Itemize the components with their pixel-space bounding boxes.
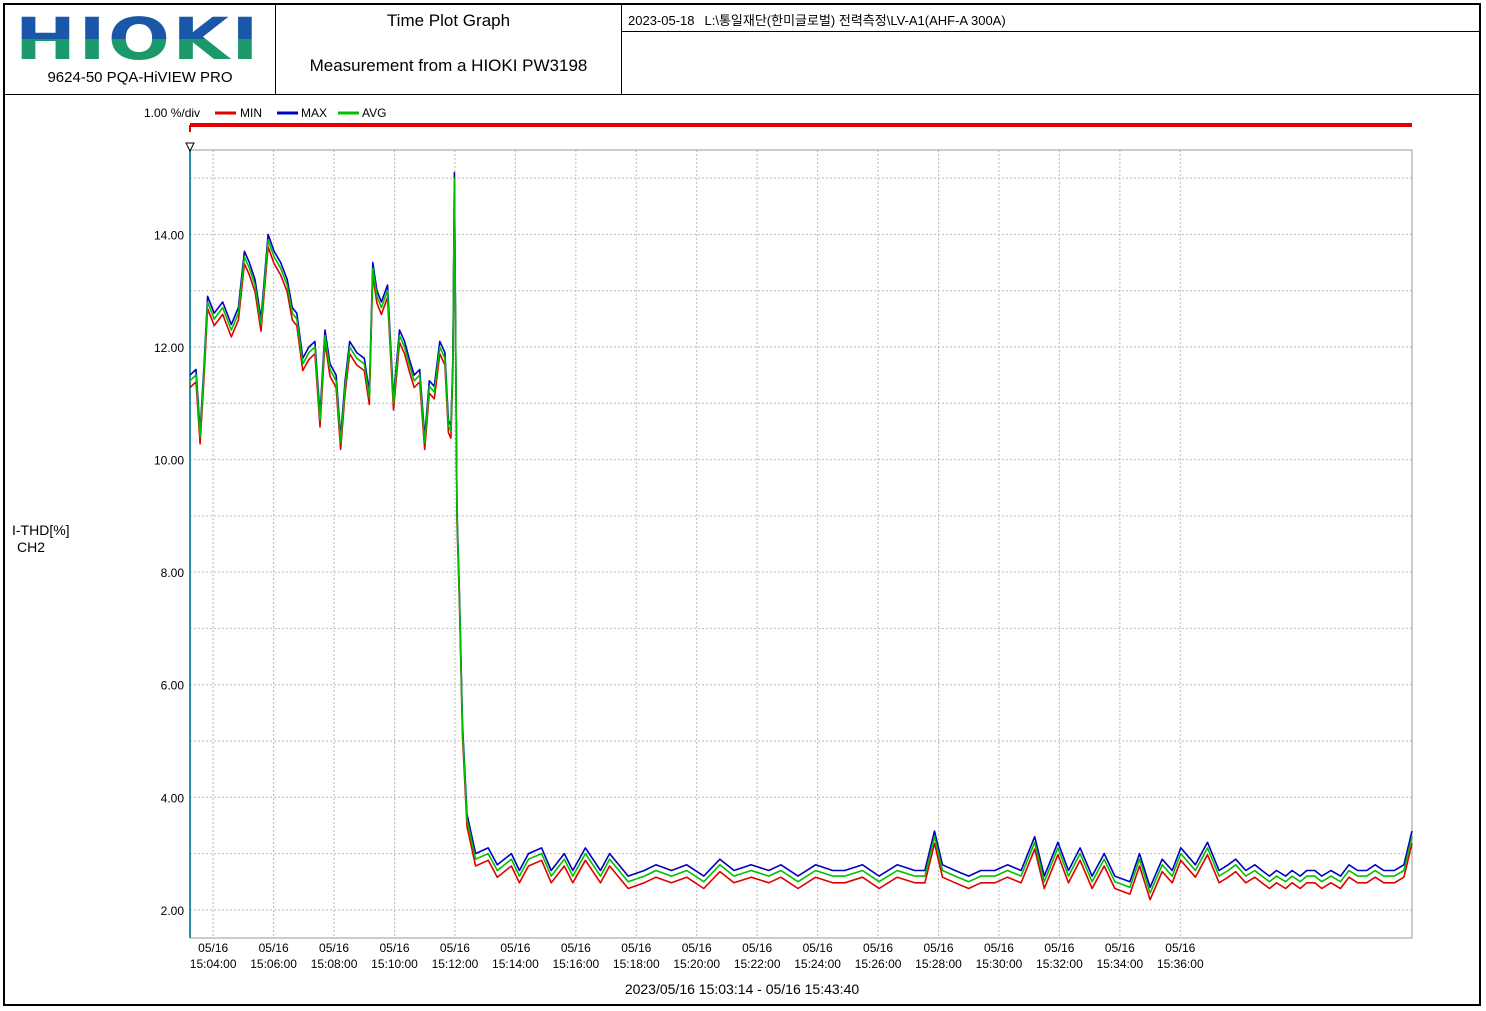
x-tick-time: 15:32:00: [1036, 957, 1083, 971]
series-min-line: [189, 184, 1413, 901]
y-tick-label: 4.00: [161, 791, 185, 805]
y-axis-label: I-THD[%]: [12, 522, 70, 538]
x-tick-time: 15:34:00: [1096, 957, 1143, 971]
x-tick-time: 15:10:00: [371, 957, 418, 971]
x-tick-date: 05/16: [500, 941, 530, 955]
x-tick-date: 05/16: [1044, 941, 1074, 955]
y-tick-label: 8.00: [161, 566, 185, 580]
y-axis-channel: CH2: [17, 539, 45, 555]
x-tick-date: 05/16: [1165, 941, 1195, 955]
x-axis-ticks: 05/16 15:04:00 05/16 15:06:00 05/16 15:08:00 0…: [190, 941, 1204, 971]
x-tick-time: 15:22:00: [734, 957, 781, 971]
x-tick-date: 05/16: [440, 941, 470, 955]
y-tick-label: 2.00: [161, 904, 185, 918]
x-tick-time: 15:12:00: [432, 957, 479, 971]
y-tick-label: 12.00: [154, 341, 184, 355]
y-tick-label: 6.00: [161, 679, 185, 693]
x-tick-time: 15:08:00: [311, 957, 358, 971]
legend-avg-label: AVG: [362, 106, 386, 120]
x-tick-time: 15:16:00: [552, 957, 599, 971]
x-tick-time: 15:20:00: [673, 957, 720, 971]
x-tick-date: 05/16: [379, 941, 409, 955]
x-tick-date: 05/16: [621, 941, 651, 955]
x-tick-time: 15:36:00: [1157, 957, 1204, 971]
scale-label: 1.00 %/div: [144, 106, 200, 120]
x-tick-date: 05/16: [561, 941, 591, 955]
x-tick-date: 05/16: [923, 941, 953, 955]
legend-max-label: MAX: [301, 106, 327, 120]
legend-min-label: MIN: [240, 106, 262, 120]
x-tick-date: 05/16: [863, 941, 893, 955]
y-tick-label: 14.00: [154, 228, 184, 242]
x-tick-date: 05/16: [1105, 941, 1135, 955]
x-tick-date: 05/16: [984, 941, 1014, 955]
legend: 1.00 %/div MIN MAX AVG: [144, 106, 386, 120]
x-tick-date: 05/16: [198, 941, 228, 955]
x-tick-time: 15:24:00: [794, 957, 841, 971]
x-tick-time: 15:26:00: [855, 957, 902, 971]
x-tick-time: 15:28:00: [915, 957, 962, 971]
x-tick-time: 15:18:00: [613, 957, 660, 971]
series: [189, 171, 1413, 901]
x-tick-time: 15:30:00: [976, 957, 1023, 971]
y-tick-label: 10.00: [154, 454, 184, 468]
time-plot-chart: 1.00 %/div MIN MAX AVG I-THD[%] CH2 2.00…: [12, 106, 1413, 997]
time-range-label: 2023/05/16 15:03:14 - 05/16 15:43:40: [625, 981, 860, 997]
x-tick-date: 05/16: [319, 941, 349, 955]
x-tick-date: 05/16: [682, 941, 712, 955]
y-axis-ticks: 2.00 4.00 6.00 8.00 10.00 12.00 14.00: [154, 228, 184, 917]
x-tick-time: 15:06:00: [250, 957, 297, 971]
x-tick-time: 15:14:00: [492, 957, 539, 971]
x-tick-date: 05/16: [259, 941, 289, 955]
x-tick-time: 15:04:00: [190, 957, 237, 971]
x-tick-date: 05/16: [803, 941, 833, 955]
x-tick-date: 05/16: [742, 941, 772, 955]
